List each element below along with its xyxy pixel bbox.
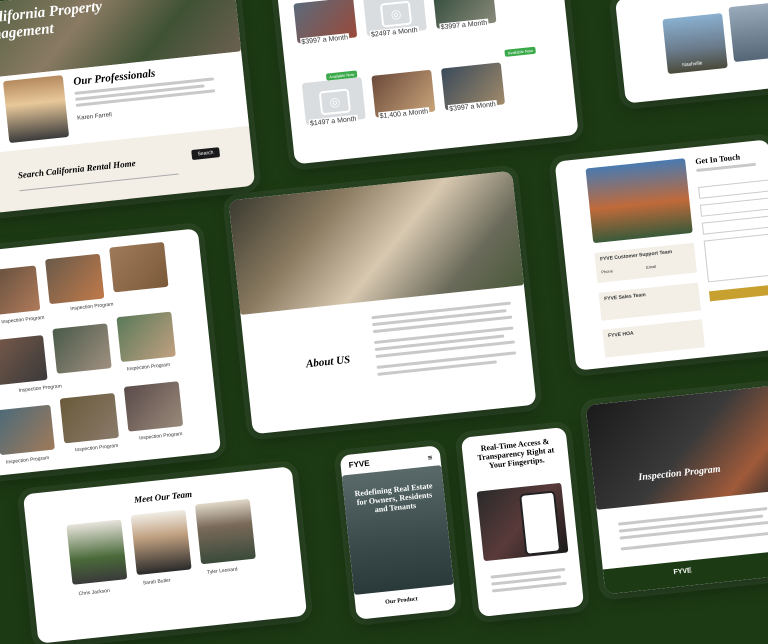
card-contact: Get In Touch FYVE Customer Support Team … bbox=[554, 139, 768, 371]
member-photo-3 bbox=[194, 498, 256, 565]
team-box-3 bbox=[602, 319, 705, 358]
email-field[interactable] bbox=[699, 197, 768, 217]
city-photo-2 bbox=[728, 1, 768, 63]
meeting-photo bbox=[228, 170, 524, 315]
team-box-1 bbox=[594, 242, 697, 283]
app-headline: Real-Time Access & Transparency Right at… bbox=[477, 436, 555, 471]
team-title: Meet Our Team bbox=[133, 488, 193, 505]
member-photo-1 bbox=[66, 519, 128, 585]
camera-icon: ◎ bbox=[318, 88, 352, 116]
member-2-name: Sarah Butler bbox=[142, 577, 171, 587]
label-1: Inspection Program bbox=[1, 314, 45, 326]
member-photo-2 bbox=[130, 509, 192, 576]
card-mobile-app: Real-Time Access & Transparency Right at… bbox=[460, 427, 585, 617]
member-1-name: Chris Jackson bbox=[78, 587, 111, 598]
product-label: Our Product bbox=[384, 596, 419, 606]
search-button[interactable]: Search bbox=[191, 147, 220, 161]
team-box-2 bbox=[598, 282, 701, 321]
card-inspection-grid: Inspection Program Inspection Program In… bbox=[0, 228, 222, 477]
card-inspection-program: Inspection Program FYVE bbox=[585, 385, 768, 595]
avatar bbox=[2, 75, 70, 144]
card-cities: Nashville bbox=[614, 0, 768, 104]
label-7: Inspection Program bbox=[138, 431, 183, 442]
brand-logo: FYVE bbox=[348, 458, 370, 470]
member-3-name: Tyler Leonard bbox=[206, 566, 238, 576]
card-listings: ◎ $3997 a Month $2497 a Month $3997 a Mo… bbox=[276, 0, 579, 165]
label-4: Inspection Program bbox=[126, 361, 171, 373]
card-mobile-hero: FYVE ≡ Redefining Real Estate for Owners… bbox=[339, 445, 457, 620]
card-property-management: alifornia Property nagement Our Professio… bbox=[0, 0, 256, 214]
menu-icon[interactable]: ≡ bbox=[427, 453, 433, 462]
city-hero bbox=[585, 158, 693, 244]
name-field[interactable] bbox=[698, 179, 768, 199]
card-team: Meet Our Team Chris Jackson Sarah Butler… bbox=[22, 466, 308, 644]
program-photo bbox=[585, 385, 768, 510]
label-3: Inspection Program bbox=[18, 383, 63, 394]
message-field[interactable] bbox=[703, 233, 768, 283]
phone-mockup bbox=[519, 490, 562, 556]
label-5: Inspection Program bbox=[5, 455, 50, 466]
card-about-us: About US bbox=[228, 170, 537, 435]
label-6: Inspection Program bbox=[74, 442, 119, 454]
email-label: Email bbox=[645, 263, 657, 270]
submit-button[interactable] bbox=[709, 284, 768, 302]
about-title: About US bbox=[305, 353, 351, 371]
available-badge-2: Available Now bbox=[504, 46, 537, 57]
camera-icon: ◎ bbox=[379, 0, 413, 28]
label-2: Inspection Program bbox=[70, 301, 114, 313]
phone-field[interactable] bbox=[701, 215, 768, 235]
